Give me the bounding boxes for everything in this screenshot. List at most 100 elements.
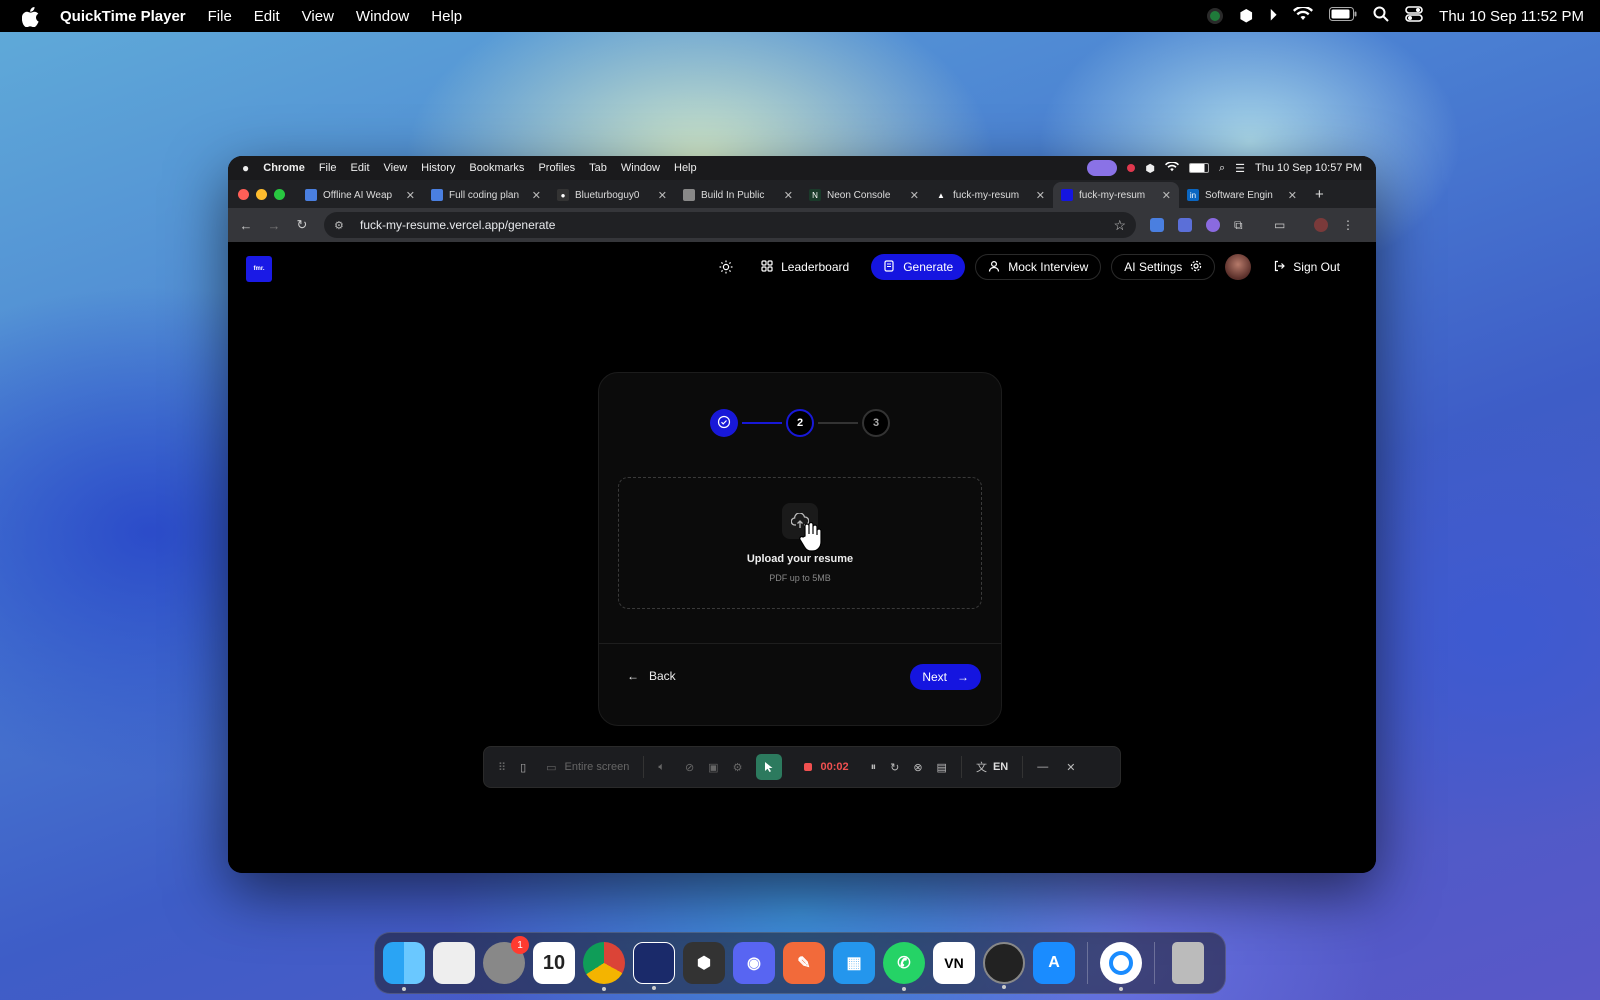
close-window-button[interactable] [238,188,249,200]
capture-source-label[interactable]: Entire screen [565,761,630,773]
tab-close-icon[interactable]: ✕ [532,189,541,202]
menubar-window[interactable]: Window [356,8,409,25]
monitor-icon[interactable]: ▭ [546,761,556,774]
mock-interview-button[interactable]: Mock Interview [975,254,1102,280]
tab-close-icon[interactable]: ✕ [784,189,793,202]
settings-gear-icon[interactable]: ⚙ [733,761,743,774]
pause-icon[interactable]: ⏸︎ [871,761,877,774]
browser-tab[interactable]: Offline AI Weap ✕ [297,182,423,208]
chrome-menu-file[interactable]: File [319,162,337,174]
chrome-menu-profiles[interactable]: Profiles [538,162,575,174]
forward-arrow-icon[interactable]: → [260,218,288,233]
chrome-menu-bookmarks[interactable]: Bookmarks [469,162,524,174]
site-settings-icon[interactable]: ⚙ [334,219,348,232]
tab-close-icon[interactable]: ✕ [910,189,919,202]
wifi-icon[interactable] [1293,5,1314,25]
chrome-menu-view[interactable]: View [384,162,408,174]
menubar-app-name[interactable]: QuickTime Player [60,8,186,25]
chrome-menu-edit[interactable]: Edit [351,162,370,174]
ai-settings-button[interactable]: AI Settings [1111,254,1216,280]
docker-icon[interactable]: ▦ [833,942,875,984]
pen-app-icon[interactable]: ✎ [783,942,825,984]
spotlight-search-icon[interactable] [1373,6,1389,26]
chrome-icon[interactable] [583,942,625,991]
record-dot-icon[interactable] [1127,164,1136,172]
wifi-icon[interactable] [1164,160,1179,175]
apple-icon[interactable]: ● [242,161,249,175]
search-icon[interactable]: ⌕ [1219,162,1225,175]
chrome-menu-help[interactable]: Help [674,162,697,174]
ghost-app-icon[interactable] [633,942,675,990]
menubar-file[interactable]: File [208,8,232,25]
cancel-icon[interactable]: ⊗ [913,761,922,774]
tab-close-icon[interactable]: ✕ [1162,189,1171,202]
browser-tab[interactable]: fuck-my-resum ✕ [1053,182,1179,208]
mouse-icon[interactable]: ▯ [520,761,526,774]
browser-tab[interactable]: Full coding plan ✕ [423,182,549,208]
pointer-tool-icon[interactable] [756,754,783,780]
extension-chart-icon[interactable] [1178,218,1192,232]
chrome-menu-tab[interactable]: Tab [589,162,607,174]
package-icon[interactable]: ⬢ [1145,162,1155,175]
apple-icon[interactable] [21,7,44,28]
new-tab-button[interactable]: + [1315,186,1324,203]
browser-tab[interactable]: Build In Public ✕ [675,182,801,208]
minimize-icon[interactable]: — [1037,761,1048,773]
site-logo[interactable]: fmr. [246,256,272,282]
zoom-window-button[interactable] [274,188,285,200]
menubar-clock[interactable]: Thu 10 Sep 11:52 PM [1439,8,1584,25]
battery-icon[interactable] [1329,7,1357,25]
battery-icon[interactable] [1188,163,1209,173]
reading-mode-icon[interactable]: ▭ [1274,218,1288,232]
quicktime-icon[interactable] [1100,942,1142,991]
sign-out-button[interactable]: Sign Out [1261,254,1352,280]
back-arrow-icon[interactable]: ← [232,218,260,233]
drag-handle-icon[interactable]: ⠿ [498,761,506,774]
chrome-menu-history[interactable]: History [421,162,455,174]
speaker-muted-icon[interactable]: 🔈︎ [658,761,665,774]
chrome-menu-icon[interactable]: ⋮ [1342,218,1356,232]
mic-off-icon[interactable]: ⊘ [685,761,694,774]
tab-close-icon[interactable]: ✕ [1288,189,1297,202]
step-1-complete[interactable] [710,409,738,437]
extensions-puzzle-icon[interactable]: ⧉ [1234,218,1248,232]
menubar-edit[interactable]: Edit [254,8,280,25]
resume-dropzone[interactable]: Upload your resume PDF up to 5MB [618,477,982,609]
extension-blue-icon[interactable] [1150,218,1164,232]
close-icon[interactable]: ✕ [1066,761,1075,774]
theme-toggle-sun-icon[interactable] [713,254,739,280]
minimize-window-button[interactable] [256,188,267,200]
restart-icon[interactable]: ↻ [890,761,899,774]
tab-close-icon[interactable]: ✕ [658,189,667,202]
trash-icon[interactable] [1172,942,1204,984]
extension-purple-icon[interactable] [1206,218,1220,232]
finder-icon[interactable] [383,942,425,991]
tab-close-icon[interactable]: ✕ [1036,189,1045,202]
status-green-icon[interactable] [1207,8,1224,24]
translate-icon[interactable]: 文 [976,759,987,775]
whatsapp-icon[interactable]: ✆ [883,942,925,991]
screen-recording-icon[interactable] [1087,160,1118,176]
language-label[interactable]: EN [993,761,1008,773]
launchpad-icon[interactable] [433,942,475,984]
step-2-current[interactable]: 2 [786,409,814,437]
omnibox[interactable]: ⚙ fuck-my-resume.vercel.app/generate ☆ [324,212,1136,238]
app-store-icon[interactable]: A [1033,942,1075,984]
generate-button[interactable]: Generate [871,254,966,280]
play-circle-icon[interactable]: ⏵ [1269,7,1277,25]
browser-tab[interactable]: ● Blueturboguy0 ✕ [549,182,675,208]
obs-icon[interactable] [983,942,1025,989]
cube-app-icon[interactable]: ⬢ [683,942,725,984]
system-settings-icon[interactable]: 1 [483,936,529,984]
tab-close-icon[interactable]: ✕ [406,189,415,202]
vn-app-icon[interactable]: VN [933,942,975,984]
browser-tab[interactable]: in Software Engin ✕ [1179,182,1305,208]
next-button[interactable]: Next → [910,664,981,690]
calendar-icon[interactable]: 10 [533,942,575,984]
control-center-icon[interactable]: ☰ [1235,162,1245,175]
chrome-app-name[interactable]: Chrome [263,162,305,174]
reload-icon[interactable]: ↻ [288,217,316,233]
discord-icon[interactable]: ◉ [733,942,775,984]
omnibox-url[interactable]: fuck-my-resume.vercel.app/generate [360,218,555,232]
clipboard-icon[interactable]: ▤ [937,761,947,774]
